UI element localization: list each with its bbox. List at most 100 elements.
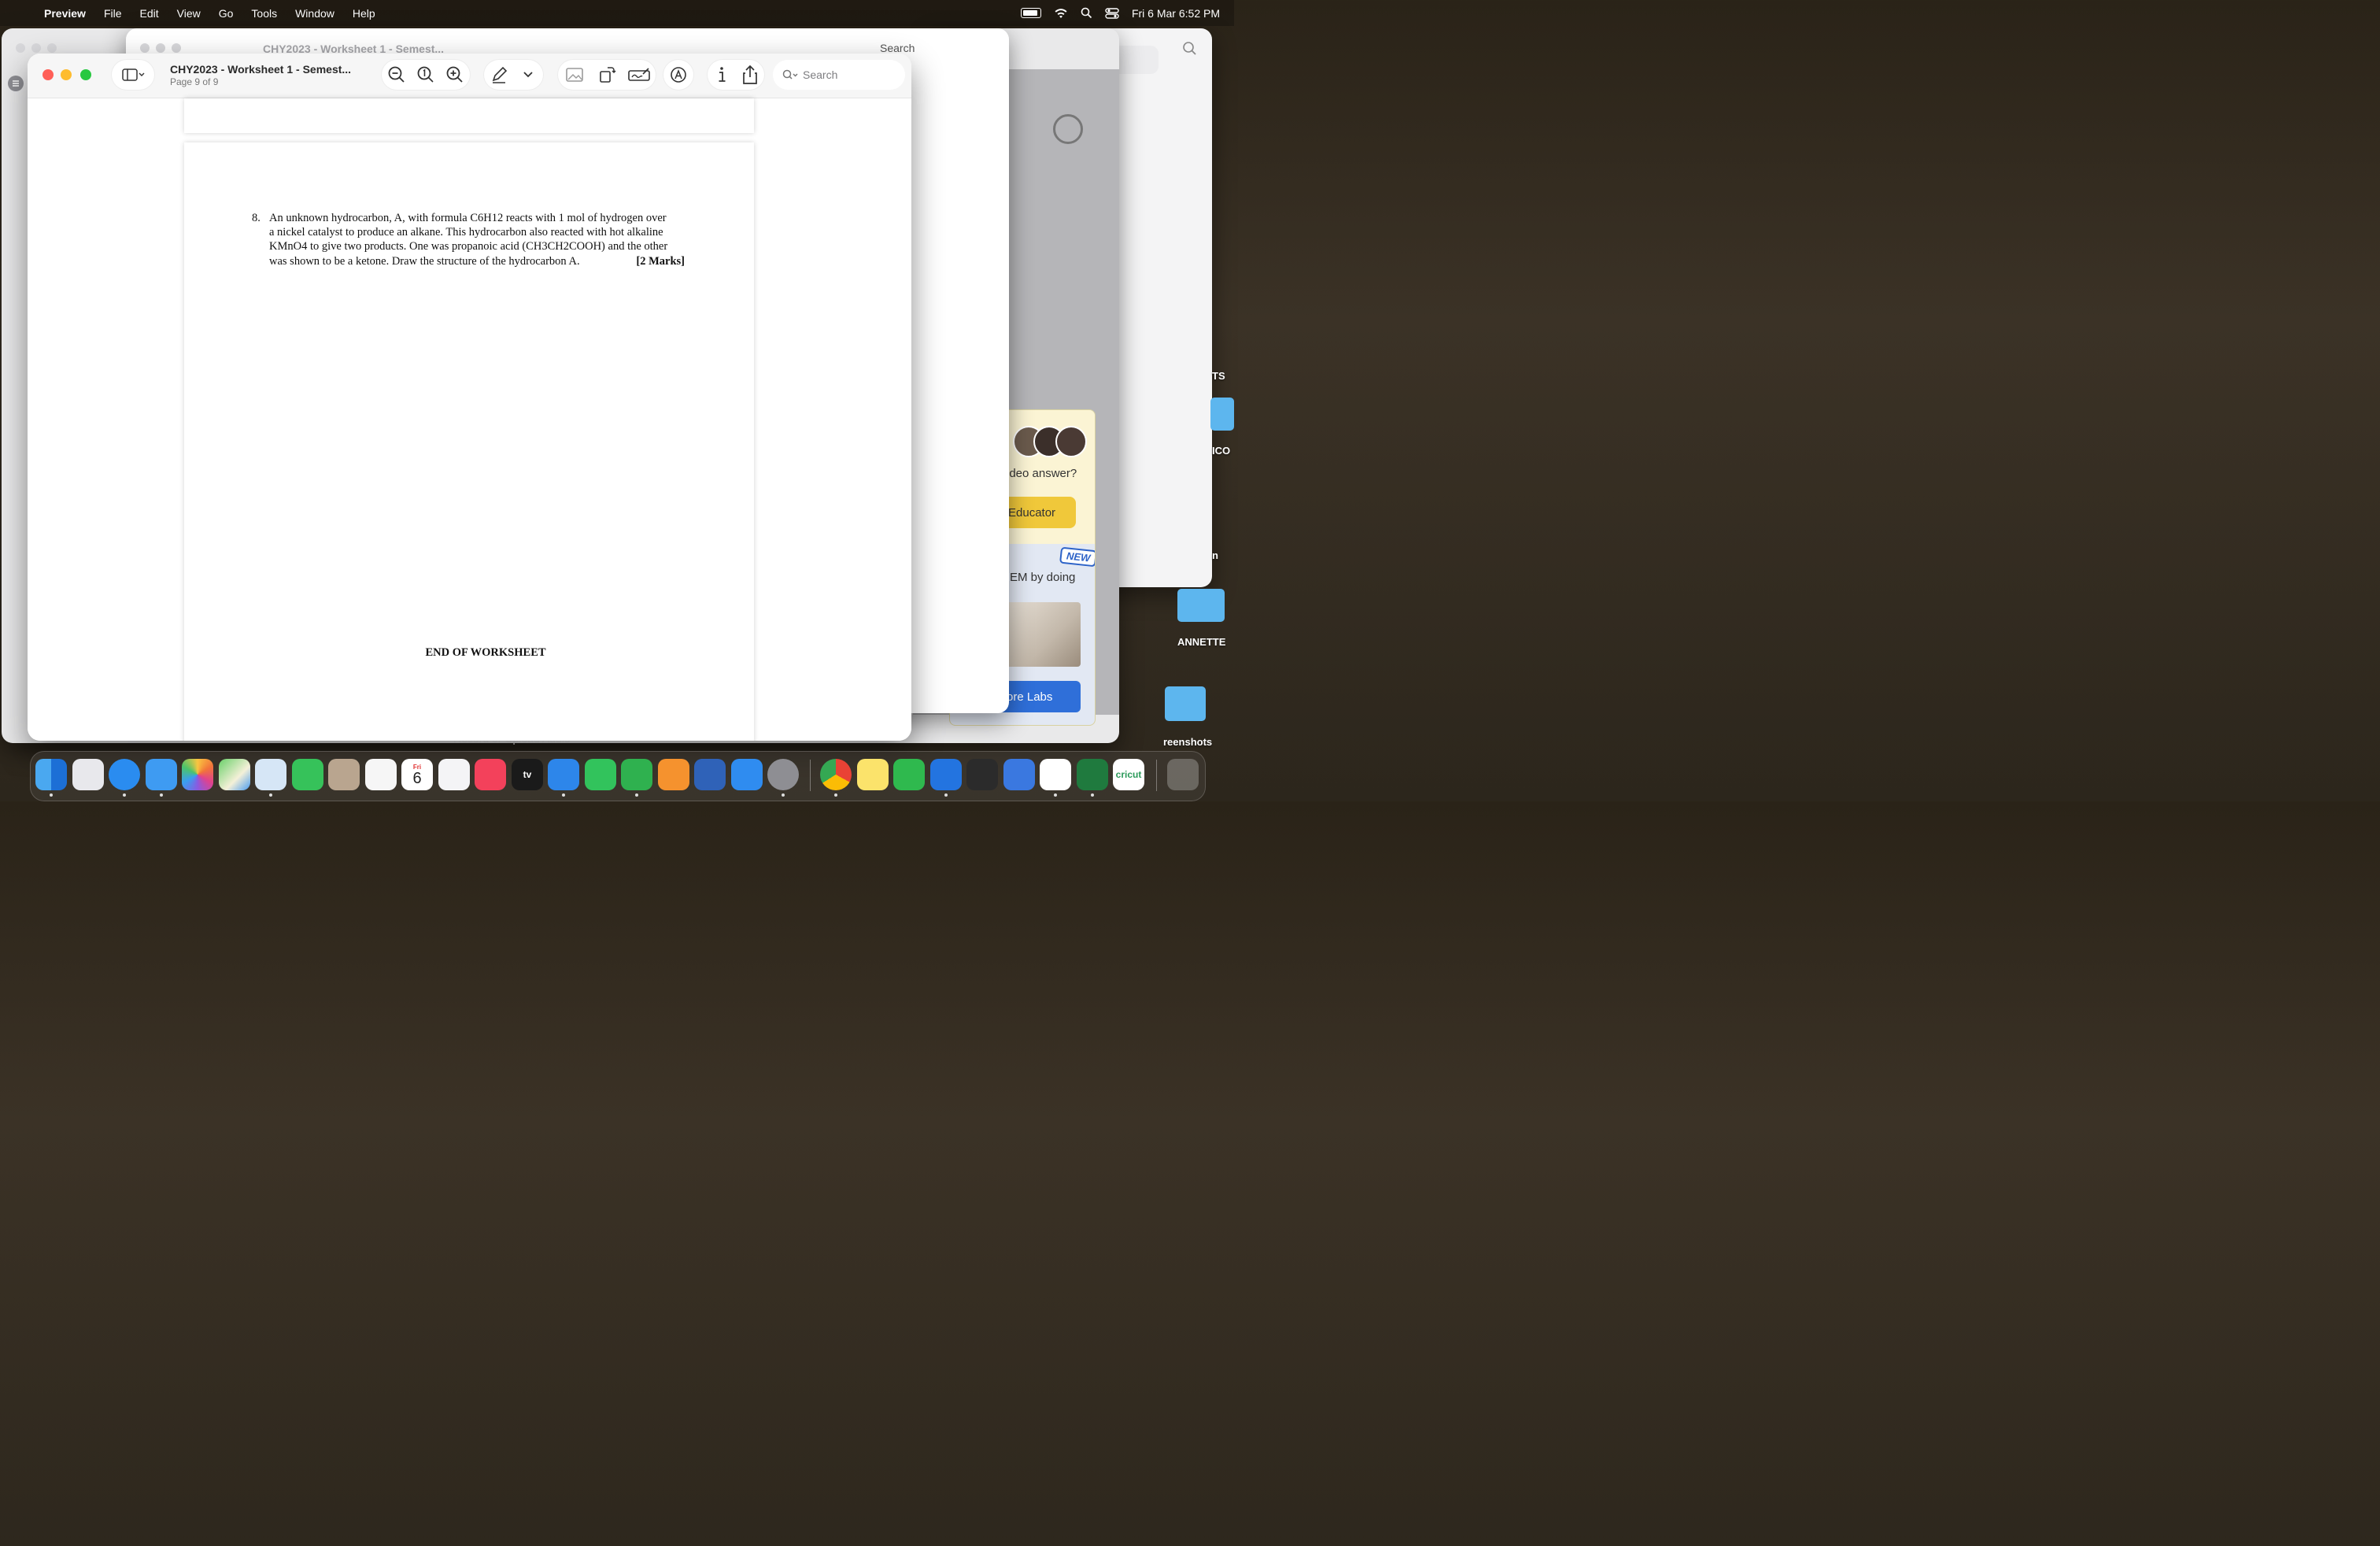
maps-icon[interactable] bbox=[219, 759, 250, 790]
launchpad-icon[interactable] bbox=[72, 759, 104, 790]
whatsapp-icon[interactable] bbox=[585, 759, 616, 790]
actual-size-icon[interactable] bbox=[413, 62, 438, 87]
running-indicator bbox=[269, 793, 272, 797]
sidebar-toggle-button[interactable] bbox=[112, 60, 154, 90]
close-button[interactable] bbox=[42, 69, 54, 80]
menu-app-name[interactable]: Preview bbox=[44, 7, 86, 20]
search-input[interactable]: Search bbox=[773, 60, 905, 90]
user-avatar-icon[interactable] bbox=[1053, 114, 1083, 144]
educator-avatar bbox=[1055, 426, 1087, 457]
preview-window[interactable]: CHY2023 - Worksheet 1 - Semest... Page 9… bbox=[28, 54, 911, 741]
menu-tools[interactable]: Tools bbox=[251, 7, 277, 20]
preview-toolbar: CHY2023 - Worksheet 1 - Semest... Page 9… bbox=[28, 54, 911, 98]
running-indicator bbox=[834, 793, 837, 797]
running-indicator bbox=[635, 793, 638, 797]
markup-button[interactable] bbox=[663, 60, 693, 90]
calendar-date: 6 bbox=[412, 769, 422, 787]
desktop-label[interactable]: TS bbox=[1212, 370, 1225, 382]
search-icon[interactable] bbox=[1182, 41, 1198, 57]
safari-icon[interactable] bbox=[109, 759, 140, 790]
document-viewer[interactable]: 8. An unknown hydrocarbon, A, with formu… bbox=[28, 98, 911, 741]
calendar-icon[interactable]: Fri 6 bbox=[401, 759, 433, 790]
question-line: a nickel catalyst to produce an alkane. … bbox=[269, 226, 663, 239]
question-line: An unknown hydrocarbon, A, with formula … bbox=[269, 212, 667, 224]
signature-icon[interactable] bbox=[626, 62, 652, 87]
rotate-icon[interactable] bbox=[594, 62, 619, 87]
wifi-icon[interactable] bbox=[1054, 8, 1068, 19]
zoom-window-button[interactable] bbox=[80, 69, 91, 80]
markup-icon bbox=[671, 67, 686, 83]
contacts-icon[interactable] bbox=[328, 759, 360, 790]
word-icon[interactable] bbox=[694, 759, 726, 790]
lab-photo bbox=[1002, 602, 1081, 667]
markup-controls bbox=[484, 60, 543, 90]
battery-icon[interactable] bbox=[1020, 8, 1041, 18]
backup-icon[interactable] bbox=[255, 759, 286, 790]
current-page[interactable]: 8. An unknown hydrocarbon, A, with formu… bbox=[184, 142, 754, 741]
chevron-down-icon[interactable] bbox=[516, 62, 541, 87]
menu-help[interactable]: Help bbox=[353, 7, 375, 20]
excel-icon[interactable] bbox=[1077, 759, 1108, 790]
info-icon[interactable] bbox=[709, 62, 734, 87]
menu-view[interactable]: View bbox=[177, 7, 201, 20]
document-title[interactable]: CHY2023 - Worksheet 1 - Semest... bbox=[170, 63, 351, 76]
music-icon[interactable] bbox=[475, 759, 506, 790]
desktop-folder-icon[interactable] bbox=[1165, 686, 1206, 721]
spotlight-search-icon[interactable] bbox=[1081, 7, 1092, 19]
notion-icon[interactable] bbox=[1040, 759, 1071, 790]
menu-edit[interactable]: Edit bbox=[140, 7, 159, 20]
zoom-in-icon[interactable] bbox=[442, 62, 468, 87]
share-icon[interactable] bbox=[737, 62, 763, 87]
desktop-label[interactable]: n bbox=[1212, 549, 1218, 561]
edit-controls bbox=[558, 60, 656, 90]
finder-icon[interactable] bbox=[35, 759, 67, 790]
previous-page[interactable] bbox=[184, 98, 754, 133]
minimize-button[interactable] bbox=[61, 69, 72, 80]
dock-separator bbox=[810, 760, 811, 791]
facetime-icon[interactable] bbox=[292, 759, 323, 790]
photos-icon[interactable] bbox=[182, 759, 213, 790]
desktop-label[interactable]: ICO bbox=[1212, 445, 1230, 457]
chrome-icon[interactable] bbox=[820, 759, 852, 790]
trash-icon[interactable] bbox=[1167, 759, 1199, 790]
pages-icon[interactable] bbox=[658, 759, 689, 790]
mail-icon[interactable] bbox=[146, 759, 177, 790]
page-indicator: Page 9 of 9 bbox=[170, 76, 219, 87]
app-store-icon[interactable] bbox=[731, 759, 763, 790]
list-icon[interactable] bbox=[8, 76, 24, 91]
notes-icon[interactable] bbox=[857, 759, 889, 790]
tv-icon[interactable]: tv bbox=[512, 759, 543, 790]
numbers-icon[interactable] bbox=[621, 759, 652, 790]
desktop-label[interactable]: ANNETTE bbox=[1177, 636, 1225, 648]
running-indicator bbox=[782, 793, 785, 797]
reminders-icon[interactable] bbox=[365, 759, 397, 790]
simulator-icon[interactable] bbox=[1003, 759, 1035, 790]
control-center-icon[interactable] bbox=[1105, 7, 1119, 20]
background-search-label[interactable]: Search bbox=[880, 42, 915, 54]
sidebar-icon bbox=[122, 68, 145, 81]
menu-window[interactable]: Window bbox=[295, 7, 334, 20]
cricut-icon[interactable]: cricut bbox=[1113, 759, 1144, 790]
freeform-icon[interactable] bbox=[438, 759, 470, 790]
menu-file[interactable]: File bbox=[104, 7, 122, 20]
menu-go[interactable]: Go bbox=[219, 7, 234, 20]
password-icon[interactable] bbox=[966, 759, 998, 790]
zoom-out-icon[interactable] bbox=[384, 62, 409, 87]
desktop-label[interactable]: reenshots bbox=[1163, 736, 1212, 748]
dock-separator bbox=[1156, 760, 1157, 791]
running-indicator bbox=[1091, 793, 1094, 797]
highlight-pen-icon[interactable] bbox=[486, 62, 512, 87]
cricut-label: cricut bbox=[1115, 769, 1142, 780]
explore-labs-button[interactable]: ore Labs bbox=[997, 681, 1081, 712]
keynote-icon[interactable] bbox=[548, 759, 579, 790]
question-number: 8. bbox=[252, 212, 261, 224]
educator-button[interactable]: Educator bbox=[997, 497, 1076, 528]
menubar-clock[interactable]: Fri 6 Mar 6:52 PM bbox=[1132, 7, 1220, 20]
desktop-folder-icon[interactable] bbox=[1210, 398, 1234, 431]
image-icon[interactable] bbox=[562, 62, 587, 87]
quicktime-icon[interactable] bbox=[930, 759, 962, 790]
zoom-controls bbox=[382, 60, 470, 90]
settings-icon[interactable] bbox=[767, 759, 799, 790]
feedly-icon[interactable] bbox=[893, 759, 925, 790]
desktop-folder-icon[interactable] bbox=[1177, 589, 1225, 622]
